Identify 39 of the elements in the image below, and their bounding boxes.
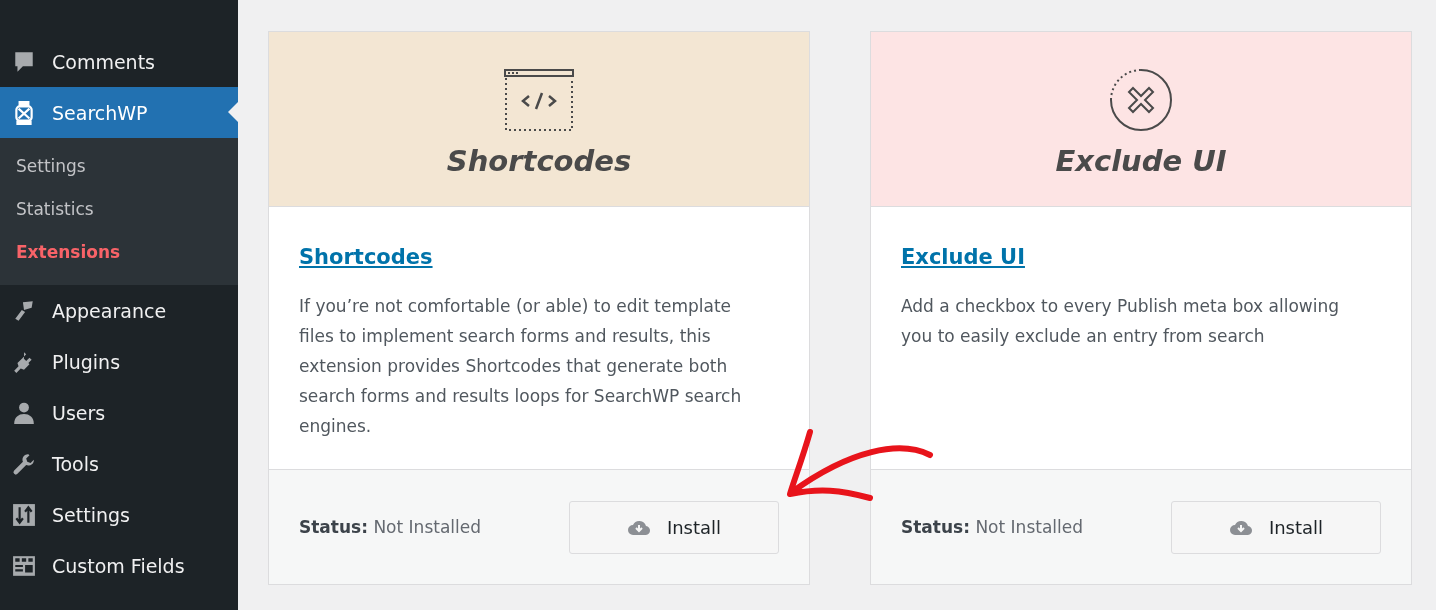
extension-title-link[interactable]: Shortcodes	[299, 245, 433, 269]
menu-item-label: Users	[52, 401, 106, 424]
table-icon	[12, 553, 36, 578]
banner-title: Exclude UI	[1055, 144, 1227, 178]
code-window-icon	[503, 68, 575, 132]
menu-item-label: Tools	[52, 452, 99, 475]
menu-item[interactable]: Appearance	[0, 285, 238, 336]
comment-icon	[12, 49, 36, 74]
menu-item[interactable]: Plugins	[0, 336, 238, 387]
menu-item[interactable]: Comments	[0, 36, 238, 87]
menu-item-label: Custom Fields	[52, 554, 185, 577]
menu-item-label: SearchWP	[52, 101, 148, 124]
submenu-item[interactable]: Settings	[0, 145, 238, 188]
install-button[interactable]: Install	[1171, 500, 1381, 554]
extension-description: Add a checkbox to every Publish meta box allowing you to easily exclude an entry from search	[901, 295, 1341, 348]
install-button[interactable]: Install	[569, 500, 779, 554]
menu-item-label: Comments	[52, 50, 155, 73]
banner-title: Shortcodes	[446, 144, 632, 178]
submenu-item[interactable]: Extensions	[0, 231, 238, 274]
menu-item[interactable]: Tools	[0, 438, 238, 489]
menu-item-label: Settings	[52, 503, 130, 526]
cloud-download-icon	[626, 518, 651, 536]
status-text: Status: Not Installed	[299, 517, 481, 537]
menu-item[interactable]: Custom Fields	[0, 540, 238, 591]
menu-item[interactable]: Users	[0, 387, 238, 438]
cloud-download-icon	[1228, 518, 1253, 536]
sliders-icon	[12, 502, 36, 527]
brush-icon	[12, 298, 36, 323]
lantern-icon	[12, 100, 36, 125]
menu-item[interactable]: SearchWP	[0, 87, 238, 138]
menu-item[interactable]: Settings	[0, 489, 238, 540]
extension-title-link[interactable]: Exclude UI	[901, 245, 1025, 269]
status-text: Status: Not Installed	[901, 517, 1083, 537]
user-icon	[12, 400, 36, 425]
menu-item-label: Plugins	[52, 350, 121, 373]
extension-description: If you’re not comfortable (or able) to edit template files to implement search forms and results, this extension provides Shortcodes that generate both search forms and results loops for SearchWP search engines.	[299, 295, 743, 438]
submenu-item[interactable]: Statistics	[0, 188, 238, 231]
wrench-icon	[12, 451, 36, 476]
menu-item-label: Appearance	[52, 299, 167, 322]
